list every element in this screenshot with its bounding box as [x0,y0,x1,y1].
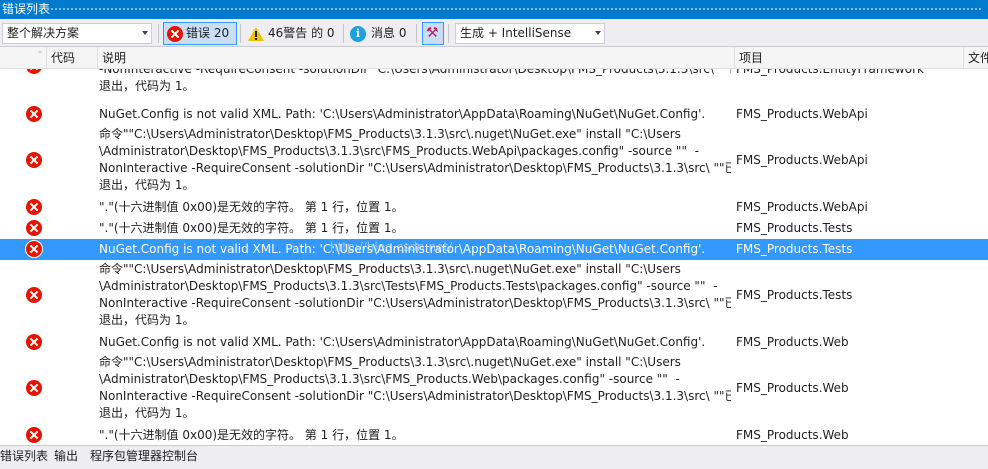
row-project: FMS_Products.Web [736,335,849,349]
description-line: NonInteractive -RequireConsent -solution… [99,161,731,175]
description-line: 退出，代码为 1。 [99,79,195,93]
error-icon [26,380,42,396]
description-line: \Administrator\Desktop\FMS_Products\3.1.… [99,372,680,386]
description-line: NuGet.Config is not valid XML. Path: 'C:… [99,335,706,349]
description-line: NonInteractive -RequireConsent -solution… [99,389,731,403]
description-line: 命令""C:\Users\Administrator\Desktop\FMS_P… [99,262,681,276]
tab-package-manager-console[interactable]: 程序包管理器控制台 [90,446,198,469]
chevron-down-icon [142,31,148,35]
table-row[interactable]: NuGet.Config is not valid XML. Path: 'C:… [0,104,988,125]
description-line: 退出，代码为 1。 [99,406,195,420]
row-description: "."(十六进制值 0x00)是无效的字符。 第 1 行，位置 1。 [99,427,731,444]
warnings-filter-label: 46警告 的 0 [268,26,335,40]
column-header-file[interactable]: 文件 [964,47,988,69]
row-project: FMS_Products.Tests [736,221,853,235]
row-description: NuGet.Config is not valid XML. Path: 'C:… [99,334,731,351]
row-project: FMS_Products.Web [736,428,849,442]
row-project: FMS_Products.Tests [736,242,853,256]
table-row[interactable]: 命令""C:\Users\Administrator\Desktop\FMS_P… [0,125,988,197]
error-icon [26,152,42,168]
description-line: 退出，代码为 1。 [99,313,195,327]
table-row-selected[interactable]: NuGet.Config is not valid XML. Path: 'C:… [0,239,988,260]
table-row[interactable]: NuGet.Config is not valid XML. Path: 'C:… [0,332,988,353]
row-project: FMS_Products.WebApi [736,107,868,121]
messages-filter-label: 消息 0 [371,26,407,40]
description-line: -NonInteractive -RequireConsent -solutio… [99,69,731,76]
row-project: FMS_Products.Tests [736,288,853,302]
column-header-project[interactable]: 项目 [735,47,964,69]
filter-icon: ⚒ [426,25,439,41]
chevron-down-icon [595,31,601,35]
toolbar-separator [416,24,417,43]
description-line: NonInteractive -RequireConsent -solution… [99,296,731,310]
warning-icon-dot [255,38,257,40]
error-icon [26,220,42,236]
description-line: 命令""C:\Users\Administrator\Desktop\FMS_P… [99,127,681,141]
row-project: FMS_Products.WebApi [736,200,868,214]
description-line: 命令""C:\Users\Administrator\Desktop\FMS_P… [99,355,681,369]
window-title: 错误列表 [2,2,51,16]
error-icon [26,199,42,215]
row-description: NuGet.Config is not valid XML. Path: 'C:… [99,106,731,123]
row-description: -NonInteractive -RequireConsent -solutio… [99,69,731,95]
tab-output[interactable]: 输出 [54,446,78,469]
info-icon: i [350,26,366,42]
error-icon [26,241,42,257]
table-row[interactable]: "."(十六进制值 0x00)是无效的字符。 第 1 行，位置 1。 FMS_P… [0,218,988,239]
row-description: 命令""C:\Users\Administrator\Desktop\FMS_P… [99,354,731,422]
row-description: "."(十六进制值 0x00)是无效的字符。 第 1 行，位置 1。 [99,220,731,237]
errors-filter-button[interactable]: 错误 20 [163,22,237,45]
error-icon [26,287,42,303]
warning-icon-mark [255,31,257,37]
toolbar-separator [240,24,241,43]
error-icon [26,427,42,443]
error-list-rows[interactable]: -NonInteractive -RequireConsent -solutio… [0,69,988,445]
column-header-icon[interactable]: ⁼ [0,47,47,69]
error-icon [26,69,42,74]
description-line: 退出，代码为 1。 [99,178,195,192]
sort-icon: ⁼ [38,49,43,58]
row-description: "."(十六进制值 0x00)是无效的字符。 第 1 行，位置 1。 [99,199,731,216]
warnings-filter-button[interactable]: 46警告 的 0 [243,22,340,45]
row-description: 命令""C:\Users\Administrator\Desktop\FMS_P… [99,261,731,329]
title-grip[interactable] [50,7,982,11]
description-line: \Administrator\Desktop\FMS_Products\3.1.… [99,279,718,293]
tab-error-list[interactable]: 错误列表 [0,446,48,469]
toolbar-separator [158,24,159,43]
description-line: "."(十六进制值 0x00)是无效的字符。 第 1 行，位置 1。 [99,428,404,442]
table-row[interactable]: -NonInteractive -RequireConsent -solutio… [0,69,988,104]
description-line: \Administrator\Desktop\FMS_Products\3.1.… [99,144,699,158]
table-row[interactable]: 命令""C:\Users\Administrator\Desktop\FMS_P… [0,260,988,332]
column-header-code[interactable]: 代码 [47,47,98,69]
column-header-row: ⁼ 代码 说明 项目 文件 [0,47,988,69]
messages-filter-button[interactable]: i 消息 0 [346,22,412,45]
error-list-title-bar: 错误列表 [0,0,988,19]
table-row[interactable]: 命令""C:\Users\Administrator\Desktop\FMS_P… [0,353,988,425]
row-description: 命令""C:\Users\Administrator\Desktop\FMS_P… [99,126,731,194]
error-icon [26,334,42,350]
error-list-toolbar: 整个解决方案 错误 20 46警告 的 0 i 消息 0 ⚒ 生成 + Inte… [0,19,988,47]
description-line: "."(十六进制值 0x00)是无效的字符。 第 1 行，位置 1。 [99,200,404,214]
scope-select-value: 整个解决方案 [7,26,80,40]
build-filter-toggle-button[interactable]: ⚒ [422,22,444,45]
toolbar-separator [343,24,344,43]
row-project: FMS_Products.WebApi [736,153,868,167]
column-header-description[interactable]: 说明 [98,47,735,69]
description-line: "."(十六进制值 0x00)是无效的字符。 第 1 行，位置 1。 [99,221,404,235]
table-row[interactable]: "."(十六进制值 0x00)是无效的字符。 第 1 行，位置 1。 FMS_P… [0,197,988,218]
watermark: http://blog.csdn.net/ [330,240,453,254]
error-icon [167,26,183,42]
scope-select[interactable]: 整个解决方案 [2,23,152,44]
error-icon [26,106,42,122]
description-line: NuGet.Config is not valid XML. Path: 'C:… [99,107,706,121]
row-project: FMS_Products.EntityFramework [736,69,924,76]
bottom-tab-strip: 错误列表 输出 程序包管理器控制台 [0,445,988,469]
table-row[interactable]: "."(十六进制值 0x00)是无效的字符。 第 1 行，位置 1。 FMS_P… [0,425,988,445]
toolbar-separator [448,24,449,43]
row-project: FMS_Products.Web [736,381,849,395]
errors-filter-label: 错误 20 [186,26,230,40]
source-select[interactable]: 生成 + IntelliSense [455,23,605,44]
source-select-value: 生成 + IntelliSense [460,26,572,40]
